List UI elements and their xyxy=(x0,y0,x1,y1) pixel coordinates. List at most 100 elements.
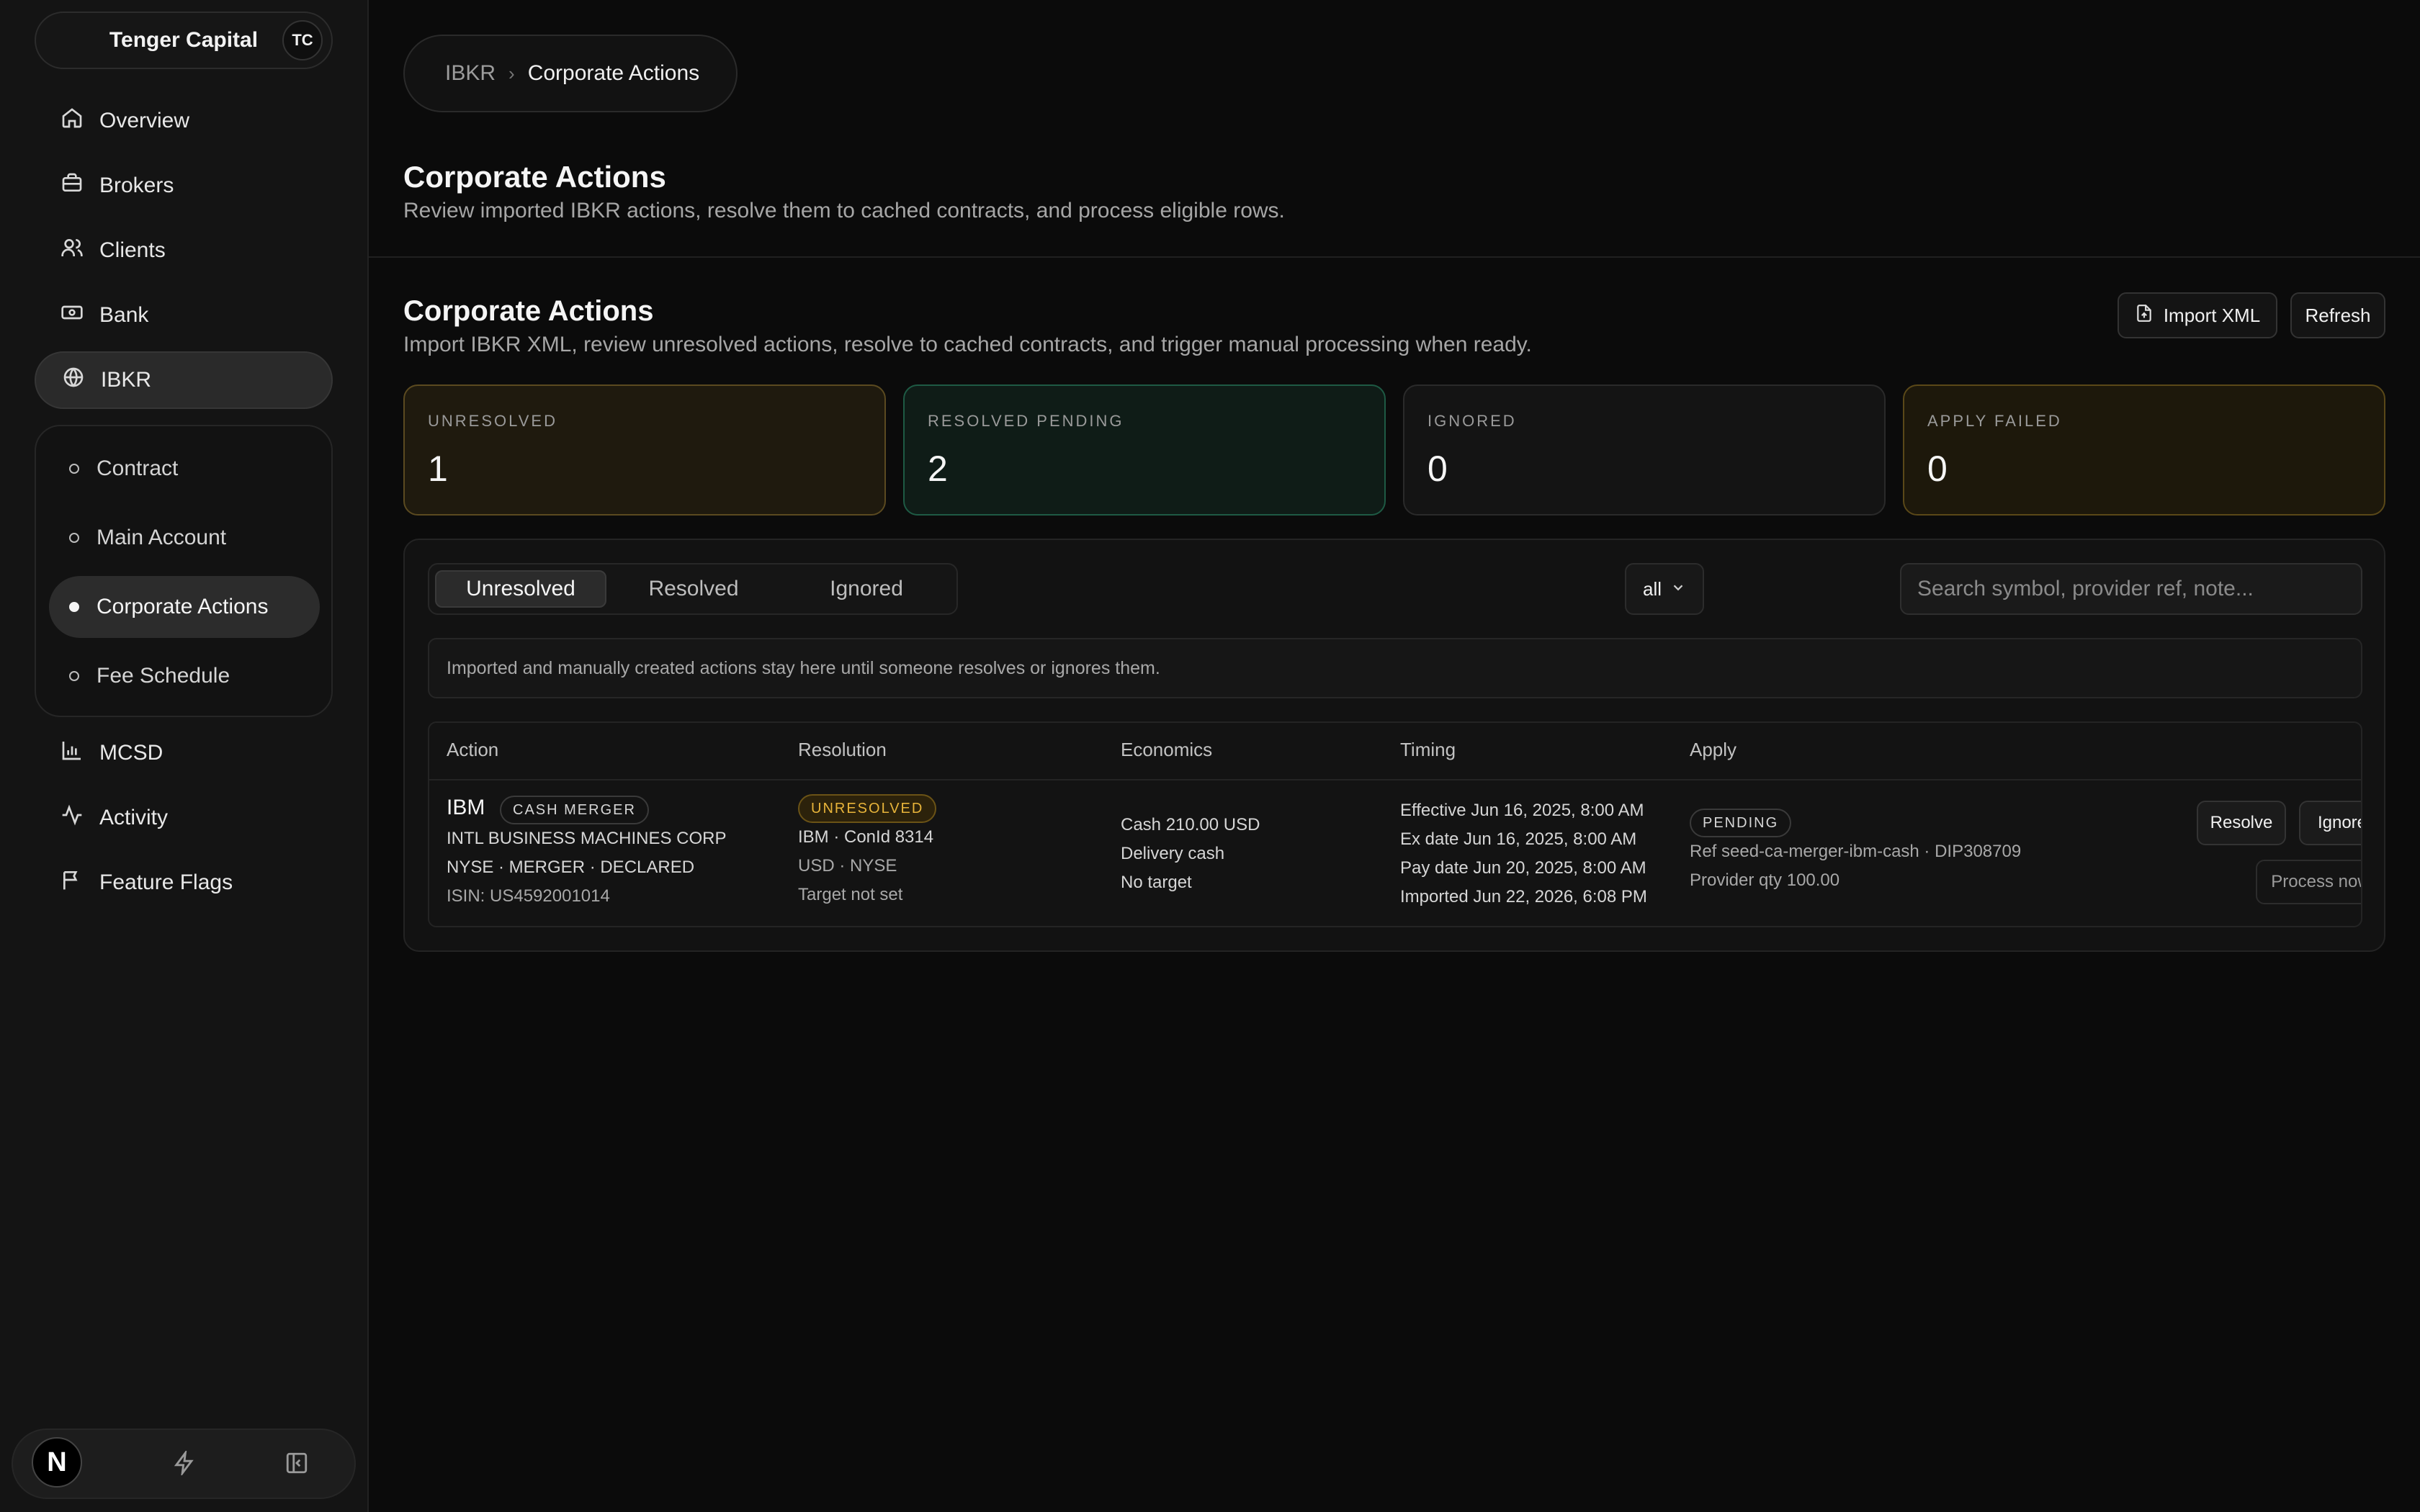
users-icon xyxy=(60,236,84,265)
chevron-right-icon: › xyxy=(508,62,515,84)
subnav-item-label: Corporate Actions xyxy=(97,595,269,618)
column-header-resolution: Resolution xyxy=(798,739,887,760)
process-now-button[interactable]: Process now xyxy=(2256,860,2361,904)
economics-cell: Cash 210.00 USD Delivery cash No target xyxy=(1121,811,1260,897)
stat-label: RESOLVED PENDING xyxy=(928,412,1124,430)
bullet-icon xyxy=(69,533,79,543)
refresh-label: Refresh xyxy=(2305,304,2371,326)
stat-card-resolved-pending: RESOLVED PENDING 2 xyxy=(903,384,1386,516)
org-switcher[interactable]: Tenger Capital TC xyxy=(35,12,333,69)
economics-cash: Cash 210.00 USD xyxy=(1121,815,1260,834)
actions-panel: Unresolved Resolved Ignored all Imported… xyxy=(403,539,2385,952)
import-xml-button[interactable]: Import XML xyxy=(2118,292,2277,338)
nav-item-label: Brokers xyxy=(99,174,174,197)
sidebar-collapse-icon[interactable] xyxy=(279,1446,314,1480)
avatar: TC xyxy=(282,20,323,60)
search-input[interactable] xyxy=(1900,563,2362,615)
bullet-icon xyxy=(69,671,79,681)
file-upload-icon xyxy=(2135,304,2154,328)
timing-ex-date: Ex date Jun 16, 2025, 8:00 AM xyxy=(1400,829,1637,849)
apply-cell: PENDING Ref seed-ca-merger-ibm-cash · DI… xyxy=(1690,808,2021,895)
subnav-item-corporate-actions[interactable]: Corporate Actions xyxy=(49,576,320,638)
activity-icon xyxy=(60,804,84,832)
page-title: Corporate Actions xyxy=(403,160,666,194)
subnav-item-fee-schedule[interactable]: Fee Schedule xyxy=(49,645,320,707)
status-tabs: Unresolved Resolved Ignored xyxy=(428,563,958,615)
nav-item-mcsd[interactable]: MCSD xyxy=(35,724,333,782)
nav-item-label: Activity xyxy=(99,806,169,829)
nav-item-label: MCSD xyxy=(99,741,163,765)
nav-item-ibkr[interactable]: IBKR xyxy=(35,351,333,409)
next-logo: N xyxy=(47,1446,67,1477)
stat-card-ignored: IGNORED 0 xyxy=(1403,384,1886,516)
nav-item-label: Feature Flags xyxy=(99,870,233,894)
refresh-button[interactable]: Refresh xyxy=(2290,292,2385,338)
home-icon xyxy=(60,107,84,135)
org-name: Tenger Capital xyxy=(109,28,259,52)
breadcrumb-current: Corporate Actions xyxy=(527,61,700,85)
timing-imported: Imported Jun 22, 2026, 6:08 PM xyxy=(1400,887,1647,906)
next-logo-button[interactable]: N xyxy=(32,1437,82,1488)
nav-item-clients[interactable]: Clients xyxy=(35,222,333,279)
status-badge: UNRESOLVED xyxy=(798,793,937,823)
filter-select[interactable]: all xyxy=(1625,563,1704,615)
action-name: INTL BUSINESS MACHINES CORP xyxy=(447,828,727,848)
filter-select-value: all xyxy=(1642,577,1662,600)
subnav-item-label: Main Account xyxy=(97,526,227,549)
info-notice: Imported and manually created actions st… xyxy=(428,638,2362,698)
lightning-icon[interactable] xyxy=(167,1446,202,1480)
section-title: Corporate Actions xyxy=(403,295,654,327)
divider xyxy=(369,256,2420,258)
table-header: Action Resolution Economics Timing Apply xyxy=(429,723,2361,780)
nav-item-bank[interactable]: Bank xyxy=(35,287,333,344)
nav-item-brokers[interactable]: Brokers xyxy=(35,157,333,215)
apply-qty: Provider qty 100.00 xyxy=(1690,870,1840,890)
bullet-icon xyxy=(69,464,79,474)
economics-delivery: Delivery cash xyxy=(1121,844,1225,863)
actions-table: Action Resolution Economics Timing Apply… xyxy=(428,721,2362,927)
timing-pay-date: Pay date Jun 20, 2025, 8:00 AM xyxy=(1400,858,1646,878)
subnav-item-contract[interactable]: Contract xyxy=(49,438,320,500)
column-header-action: Action xyxy=(447,739,499,760)
resolution-target: Target not set xyxy=(798,884,903,904)
nav-item-activity[interactable]: Activity xyxy=(35,789,333,847)
status-badge: PENDING xyxy=(1690,808,1792,837)
ignore-button[interactable]: Ignore xyxy=(2299,801,2361,845)
resolution-cell: UNRESOLVED IBM · ConId 8314 USD · NYSE T… xyxy=(798,793,937,909)
economics-target: No target xyxy=(1121,873,1192,892)
column-header-economics: Economics xyxy=(1121,739,1213,760)
action-cell: IBM CASH MERGER INTL BUSINESS MACHINES C… xyxy=(447,793,727,911)
sidebar: Tenger Capital TC Overview Brokers Clien… xyxy=(0,0,369,1512)
stat-value: 0 xyxy=(1428,449,1448,489)
timing-effective: Effective Jun 16, 2025, 8:00 AM xyxy=(1400,801,1644,820)
tab-ignored[interactable]: Ignored xyxy=(781,570,952,608)
page-subtitle: Review imported IBKR actions, resolve th… xyxy=(403,199,1285,222)
tab-resolved[interactable]: Resolved xyxy=(608,570,779,608)
bar-chart-icon xyxy=(60,739,84,768)
nav-item-overview[interactable]: Overview xyxy=(35,92,333,150)
stat-value: 2 xyxy=(928,449,948,489)
action-isin: ISIN: US4592001014 xyxy=(447,886,610,906)
subnav-item-label: Contract xyxy=(97,456,179,480)
import-xml-label: Import XML xyxy=(2163,304,2261,326)
action-symbol: IBM xyxy=(447,796,485,819)
column-header-apply: Apply xyxy=(1690,739,1737,760)
nav-item-label: Overview xyxy=(99,109,190,132)
stat-card-apply-failed: APPLY FAILED 0 xyxy=(1903,384,2385,516)
chevron-down-icon xyxy=(1670,578,1686,600)
stat-value: 0 xyxy=(1927,449,1948,489)
sidebar-footer: N xyxy=(12,1428,356,1499)
resolve-button[interactable]: Resolve xyxy=(2197,801,2286,845)
nav-item-feature-flags[interactable]: Feature Flags xyxy=(35,854,333,912)
breadcrumb: IBKR › Corporate Actions xyxy=(403,35,738,112)
stat-label: IGNORED xyxy=(1428,412,1517,430)
stat-label: UNRESOLVED xyxy=(428,412,557,430)
banknote-icon xyxy=(60,301,84,330)
flag-icon xyxy=(60,868,84,897)
briefcase-icon xyxy=(60,171,84,200)
subnav-item-main-account[interactable]: Main Account xyxy=(49,507,320,569)
column-header-timing: Timing xyxy=(1400,739,1456,760)
tab-unresolved[interactable]: Unresolved xyxy=(435,570,606,608)
ibkr-subnav: Contract Main Account Corporate Actions … xyxy=(35,425,333,717)
breadcrumb-parent[interactable]: IBKR xyxy=(445,61,496,86)
